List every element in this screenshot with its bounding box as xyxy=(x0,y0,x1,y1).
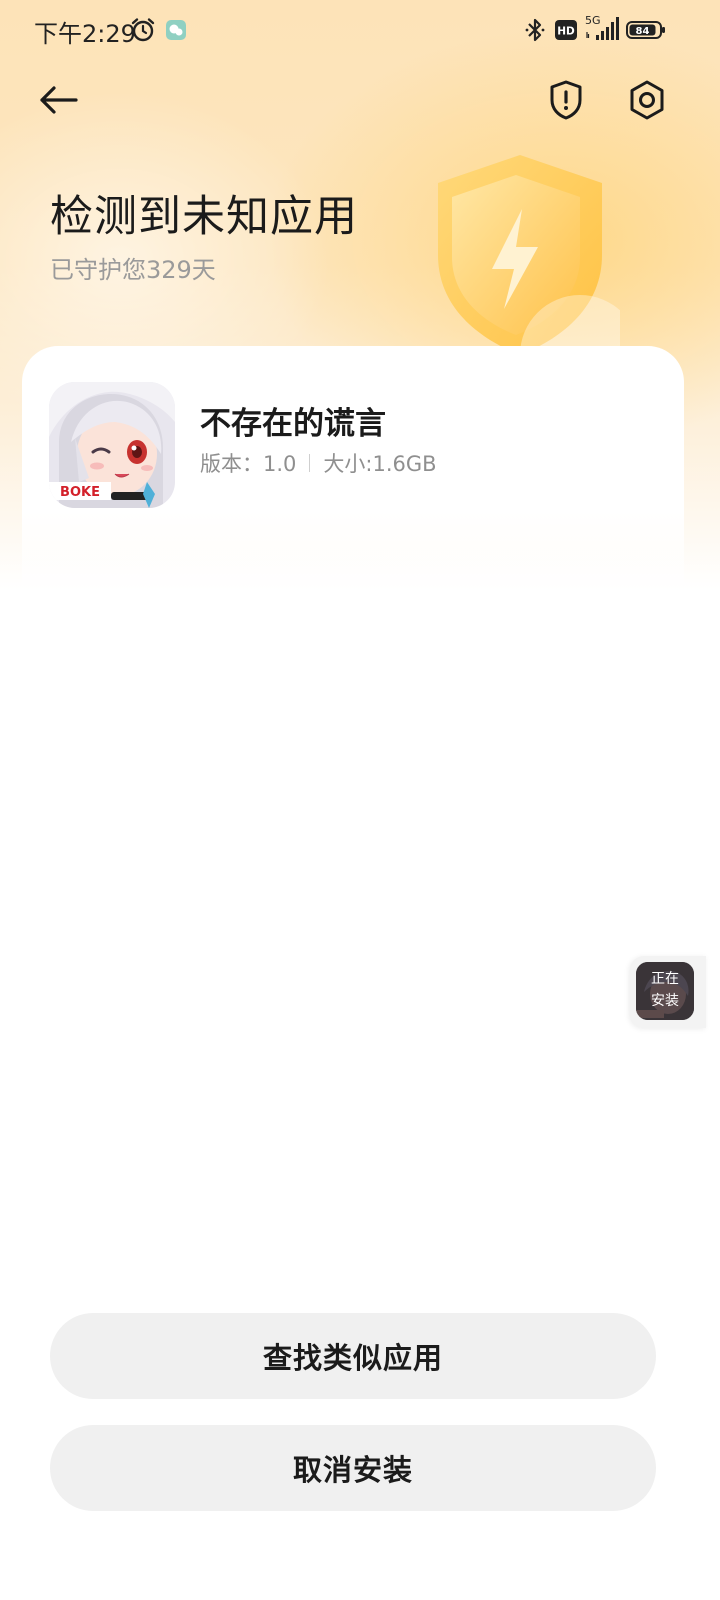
lightning-shield-icon xyxy=(438,155,620,360)
installing-label-line2: 安装 xyxy=(651,993,679,1009)
cellular-signal-icon: 5G xyxy=(585,14,619,40)
app-name: 不存在的谎言 xyxy=(200,406,386,442)
install-security-screen: 下午2:29 HD 5G 84 检测到未知应用 已守护您329天 BOKE 不存… xyxy=(0,0,720,1600)
shield-alert-icon xyxy=(550,80,582,120)
page-title: 检测到未知应用 xyxy=(50,192,358,242)
battery-icon: 84 xyxy=(626,21,665,39)
app-version: 版本：1.0 xyxy=(200,452,297,476)
app-meta-row: 版本：1.0 大小:1.6GB xyxy=(200,448,437,478)
app-size: 大小:1.6GB xyxy=(323,452,437,476)
settings-button[interactable] xyxy=(617,70,677,130)
protection-days-text: 已守护您329天 xyxy=(50,256,216,284)
alarm-clock-icon xyxy=(131,18,155,42)
back-button[interactable] xyxy=(30,72,86,128)
find-similar-apps-button[interactable]: 查找类似应用 xyxy=(50,1313,656,1399)
anime-character-icon: BOKE xyxy=(49,382,175,508)
svg-text:84: 84 xyxy=(636,26,650,37)
app-icon: BOKE xyxy=(49,382,175,508)
svg-text:BOKE: BOKE xyxy=(60,485,100,500)
settings-gear-icon xyxy=(630,80,664,120)
installing-label-line1: 正在 xyxy=(651,971,679,987)
cancel-install-button[interactable]: 取消安装 xyxy=(50,1425,656,1511)
installing-label: 正在 安装 xyxy=(636,968,694,1012)
status-time: 下午2:29 xyxy=(34,20,136,48)
status-bar: 下午2:29 HD 5G 84 xyxy=(0,0,720,60)
svg-text:HD: HD xyxy=(557,26,575,38)
back-arrow-icon xyxy=(40,86,78,114)
security-info-button[interactable] xyxy=(536,70,596,130)
meta-divider xyxy=(309,454,311,472)
hd-voice-icon: HD xyxy=(555,20,577,40)
svg-text:5G: 5G xyxy=(585,14,601,27)
bluetooth-icon xyxy=(525,18,545,42)
app-notification-icon xyxy=(166,20,186,40)
